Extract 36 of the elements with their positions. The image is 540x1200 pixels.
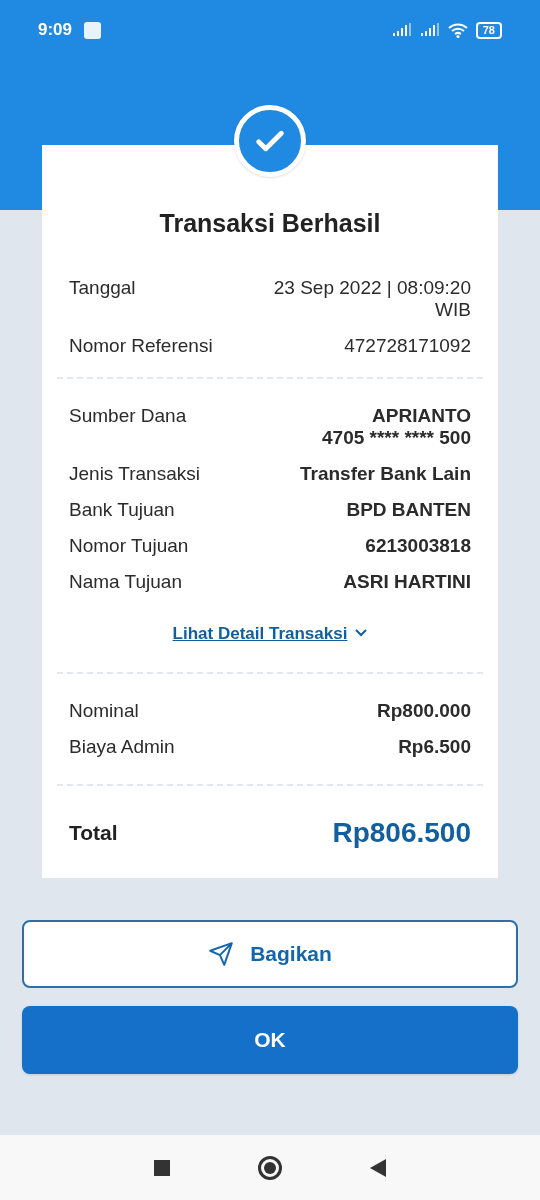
row-label: Sumber Dana <box>69 404 187 427</box>
row-value: Transfer Bank Lain <box>299 462 471 485</box>
row-label: Nomor Referensi <box>69 334 213 357</box>
row-value: Rp800.000 <box>377 700 471 722</box>
row-label: Tanggal <box>69 276 136 299</box>
share-button[interactable]: Bagikan <box>22 920 518 988</box>
row-label: Nama Tujuan <box>69 570 182 593</box>
battery-indicator: 78 <box>475 21 502 39</box>
row-value: ASRI HARTINI <box>343 570 471 593</box>
row-value: APRIANTO <box>372 404 471 427</box>
signal-icon <box>391 23 412 37</box>
app-icon <box>84 21 102 39</box>
detail-link[interactable]: Lihat Detail Transaksi <box>172 620 348 646</box>
row-value: Rp6.500 <box>398 736 471 758</box>
home-button[interactable] <box>258 1155 282 1180</box>
recents-button[interactable] <box>154 1159 170 1176</box>
row-label: Biaya Admin <box>69 736 175 758</box>
back-button[interactable] <box>370 1158 386 1177</box>
row-value: BPD BANTEN <box>346 498 471 521</box>
send-icon <box>208 941 235 967</box>
ok-button[interactable]: OK <box>22 1006 518 1074</box>
row-label: Jenis Transaksi <box>69 462 200 485</box>
wifi-icon <box>447 22 468 38</box>
total-label: Total <box>69 820 118 847</box>
row-label: Nominal <box>69 700 139 722</box>
signal-icon <box>419 23 440 37</box>
row-value: 4705 **** **** 500 <box>322 426 471 449</box>
total-value: Rp806.500 <box>332 816 471 850</box>
row-value: 6213003818 <box>365 534 471 557</box>
row-value: 23 Sep 2022 | 08:09:20 WIB <box>272 276 471 321</box>
row-label: Bank Tujuan <box>69 498 175 521</box>
row-value: 472728171092 <box>344 334 471 357</box>
chevron-down-icon <box>355 629 368 638</box>
receipt-title: Transaksi Berhasil <box>158 208 382 239</box>
clock: 9:09 <box>38 19 73 42</box>
row-label: Nomor Tujuan <box>69 534 189 557</box>
